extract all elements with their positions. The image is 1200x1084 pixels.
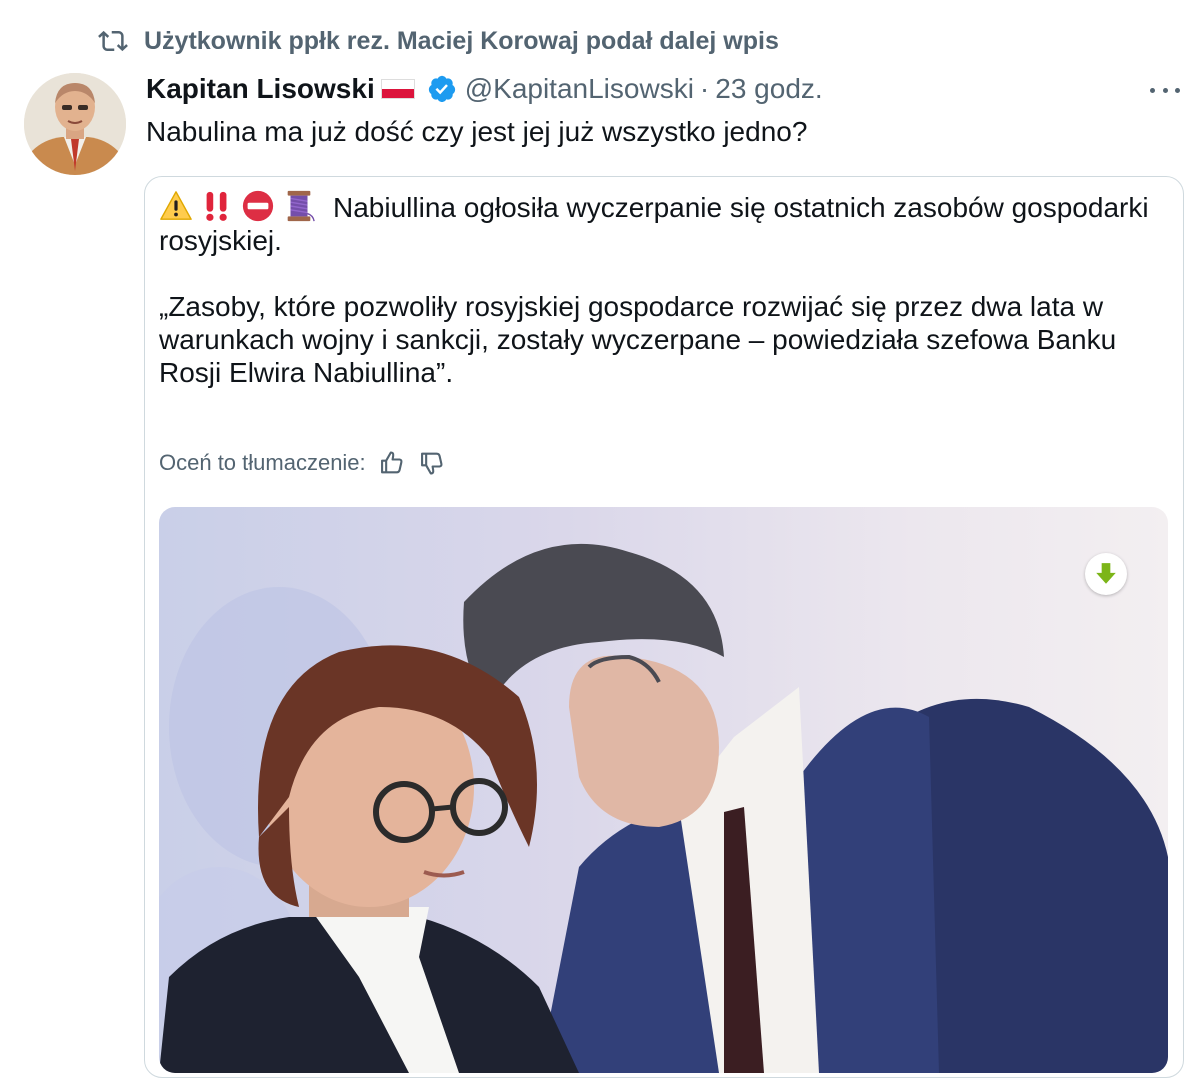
warning-icon bbox=[160, 191, 192, 220]
post-time[interactable]: 23 godz. bbox=[715, 73, 822, 105]
more-options-icon[interactable] bbox=[1150, 80, 1180, 100]
no-entry-icon bbox=[242, 190, 274, 222]
quote-photo[interactable] bbox=[159, 507, 1168, 1073]
author-handle[interactable]: @KapitanLisowski bbox=[465, 73, 694, 105]
translation-rating: Oceń to tłumaczenie: bbox=[159, 449, 446, 477]
separator-dot: · bbox=[699, 73, 710, 104]
thumbs-down-icon[interactable] bbox=[418, 449, 446, 477]
retweet-context[interactable]: Użytkownik ppłk rez. Maciej Korowaj poda… bbox=[98, 26, 779, 56]
retweet-label: Użytkownik ppłk rez. Maciej Korowaj poda… bbox=[144, 26, 779, 55]
quote-text: Nabiullina ogłosiła wyczerpanie się osta… bbox=[159, 189, 1169, 422]
flag-poland-icon bbox=[380, 79, 415, 99]
tweet-header: Kapitan Lisowski @KapitanLisowski · 23 g… bbox=[146, 70, 823, 108]
photo-scene bbox=[159, 507, 1168, 1073]
author-name[interactable]: Kapitan Lisowski bbox=[146, 73, 375, 105]
quote-card[interactable]: Nabiullina ogłosiła wyczerpanie się osta… bbox=[144, 176, 1184, 1078]
emoji-row bbox=[159, 189, 323, 223]
tweet-text: Nabulina ma już dość czy jest jej już ws… bbox=[146, 116, 808, 147]
double-exclamation-icon bbox=[206, 191, 227, 221]
thumbs-up-icon[interactable] bbox=[378, 449, 406, 477]
rate-label: Oceń to tłumaczenie: bbox=[159, 450, 366, 475]
quote-paragraph-2: „Zasoby, które pozwoliły rosyjskiej gosp… bbox=[159, 291, 1117, 388]
download-arrow-icon bbox=[1096, 563, 1116, 584]
download-badge[interactable] bbox=[1085, 553, 1127, 595]
verified-badge-icon[interactable] bbox=[427, 74, 457, 104]
retweet-icon bbox=[98, 30, 128, 52]
avatar[interactable] bbox=[24, 73, 126, 175]
thread-spool-icon bbox=[287, 190, 315, 222]
